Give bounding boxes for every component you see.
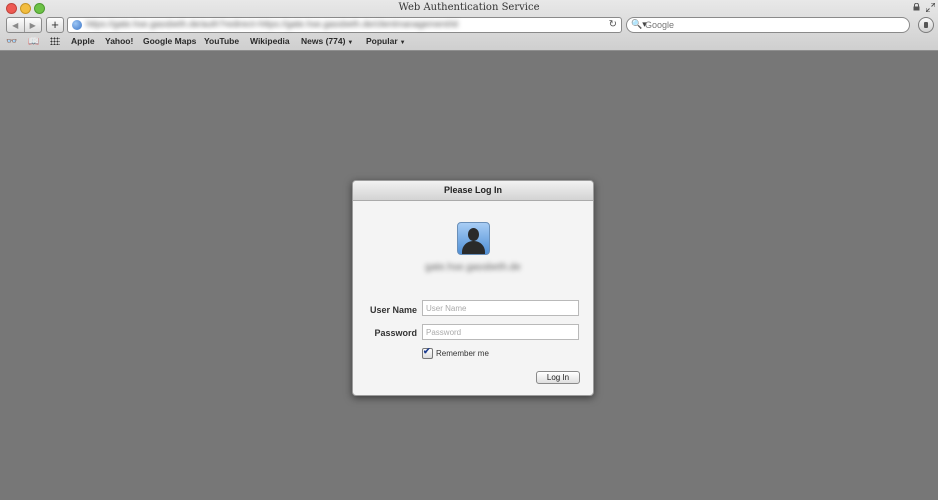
bookmark-news-label: News (774) xyxy=(301,36,346,46)
bookmark-popular-menu[interactable]: Popular ▼ xyxy=(366,36,406,46)
avatar-shoulders xyxy=(462,241,485,254)
bookmark-apple[interactable]: Apple xyxy=(71,36,95,46)
bookmark-yahoo[interactable]: Yahoo! xyxy=(105,36,133,46)
remember-me-label[interactable]: Remember me xyxy=(436,349,489,358)
new-tab-button[interactable]: + xyxy=(46,17,64,33)
toolbar: ◀ ▶ + https://gate.hse.gassbeth.de/auth?… xyxy=(0,16,938,34)
avatar-head xyxy=(468,228,479,241)
back-forward-buttons: ◀ ▶ xyxy=(6,17,42,33)
log-in-button[interactable]: Log In xyxy=(536,371,580,384)
remember-me-row: ✔ Remember me xyxy=(422,346,489,359)
back-button[interactable]: ◀ xyxy=(7,18,24,32)
password-label: Password xyxy=(374,328,417,338)
fullscreen-icon[interactable] xyxy=(926,3,935,12)
bookmark-popular-label: Popular xyxy=(366,36,398,46)
downloads-icon xyxy=(924,22,928,28)
window-title: Web Authentication Service xyxy=(398,2,540,13)
bookmarks-icon[interactable]: 📖 xyxy=(28,36,39,47)
downloads-button[interactable] xyxy=(918,17,934,33)
bookmark-wikipedia[interactable]: Wikipedia xyxy=(250,36,290,46)
checkmark-icon: ✔ xyxy=(423,346,431,356)
user-avatar-icon xyxy=(457,222,490,255)
browser-chrome: Web Authentication Service ◀ ▶ + https:/… xyxy=(0,0,938,51)
reload-icon[interactable]: ↻ xyxy=(609,19,617,30)
top-sites-icon[interactable] xyxy=(50,37,60,45)
address-bar[interactable]: https://gate.hse.gassbeth.de/auth?redire… xyxy=(67,17,622,33)
globe-icon xyxy=(72,20,82,30)
username-field[interactable] xyxy=(422,300,579,316)
search-field[interactable]: 🔍▾ xyxy=(626,17,910,33)
bookmark-google-maps[interactable]: Google Maps xyxy=(143,36,196,46)
reading-list-icon[interactable]: 👓 xyxy=(6,36,17,47)
chevron-down-icon: ▼ xyxy=(399,40,406,46)
search-input[interactable] xyxy=(645,18,895,31)
bookmarks-bar: 👓 📖 Apple Yahoo! Google Maps YouTube Wik… xyxy=(0,34,938,49)
bookmark-news-menu[interactable]: News (774) ▼ xyxy=(301,36,353,46)
chevron-down-icon: ▼ xyxy=(347,40,354,46)
remember-me-checkbox[interactable]: ✔ xyxy=(422,346,433,359)
lock-icon xyxy=(913,3,920,11)
dialog-title: Please Log In xyxy=(353,181,593,201)
password-field[interactable] xyxy=(422,324,579,340)
forward-button[interactable]: ▶ xyxy=(23,18,42,32)
login-dialog: Please Log In gate.hse.gassbeth.de User … xyxy=(352,180,594,396)
server-name: gate.hse.gassbeth.de xyxy=(425,262,521,273)
bookmark-youtube[interactable]: YouTube xyxy=(204,36,239,46)
username-label: User Name xyxy=(369,305,417,315)
address-text[interactable]: https://gate.hse.gassbeth.de/auth?redire… xyxy=(86,19,586,29)
title-bar: Web Authentication Service xyxy=(0,0,938,16)
